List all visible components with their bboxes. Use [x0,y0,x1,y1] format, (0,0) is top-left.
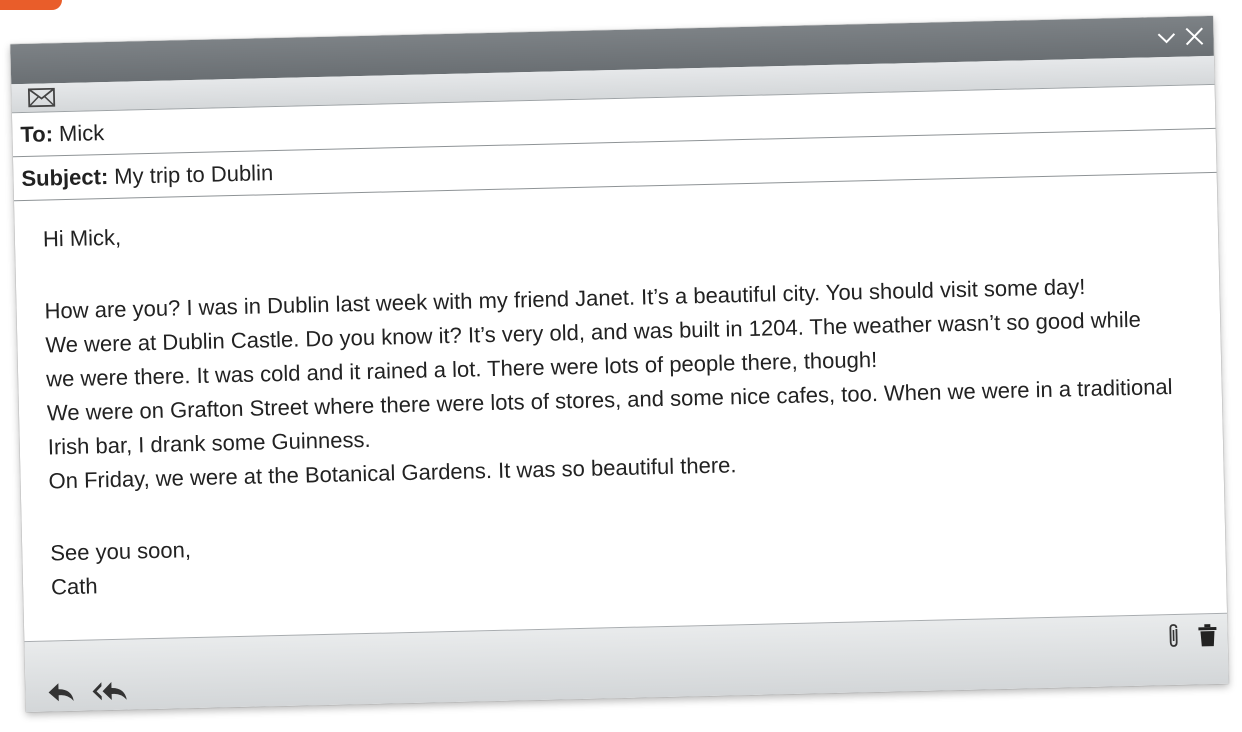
close-icon[interactable] [1183,25,1206,48]
subject-label: Subject: [21,163,109,191]
envelope-icon [27,87,56,108]
email-window: To: Mick Subject: My trip to Dublin Hi M… [10,15,1229,713]
to-value: Mick [58,119,105,146]
subject-value: My trip to Dublin [113,159,274,189]
reply-icon[interactable] [47,681,76,704]
message-body[interactable]: Hi Mick, How are you? I was in Dublin la… [14,173,1227,643]
chevron-down-icon[interactable] [1155,26,1178,49]
footer-actions-right [1165,622,1218,649]
paperclip-icon[interactable] [1165,623,1182,649]
corner-tab [0,0,62,10]
window-controls [1155,25,1206,48]
to-label: To: [20,120,54,147]
footer-actions-left [47,680,129,704]
reply-all-icon[interactable] [91,680,130,703]
trash-icon[interactable] [1197,623,1218,647]
